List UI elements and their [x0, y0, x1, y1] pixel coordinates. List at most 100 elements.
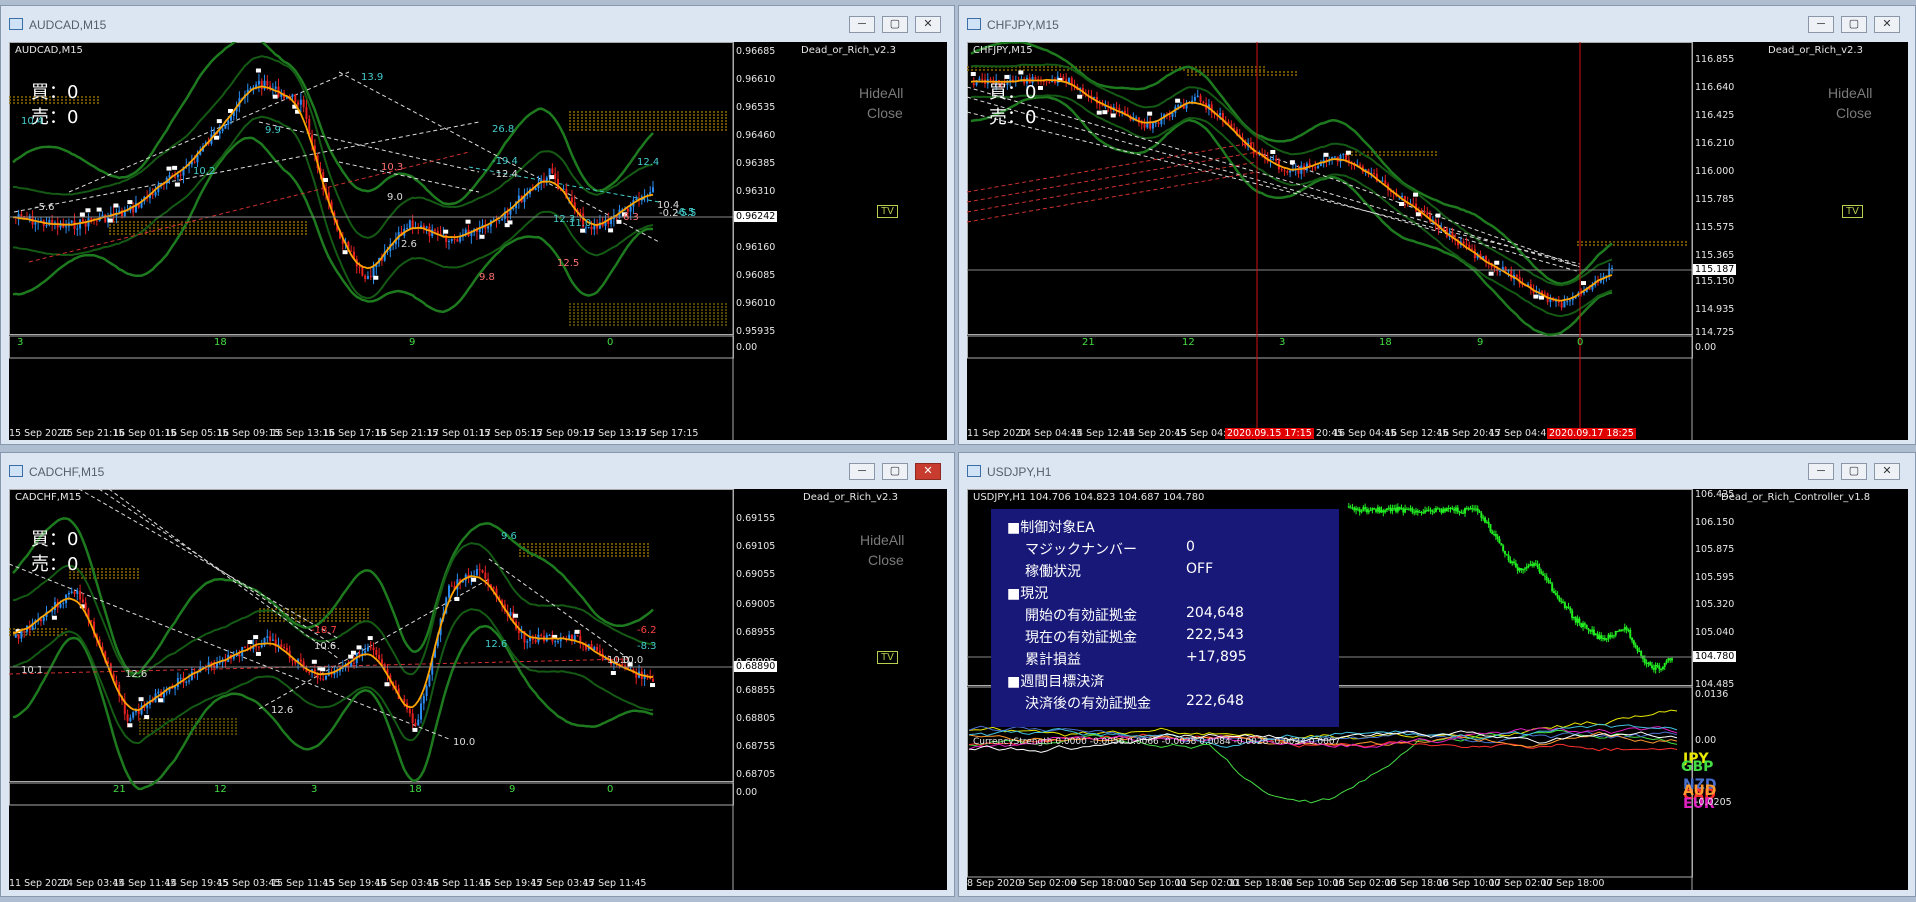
window-titlebar[interactable]: CHFJPY,M15 ─ ▢ ✕	[959, 6, 1915, 42]
sub-window-value: 21	[1082, 337, 1095, 348]
candle-body	[1414, 510, 1417, 513]
candle-body	[221, 128, 224, 132]
candle-body	[1426, 212, 1429, 215]
hide-all-button[interactable]: HideAll	[860, 532, 904, 548]
current-price-tag: 0.96242	[734, 211, 778, 222]
tv-button[interactable]: TV	[1842, 205, 1863, 218]
maximize-button[interactable]: ▢	[1841, 16, 1867, 33]
hide-all-button[interactable]: HideAll	[859, 85, 903, 101]
candle-body	[1413, 512, 1416, 514]
candle-body	[1404, 508, 1407, 513]
maximize-button[interactable]: ▢	[882, 463, 908, 480]
candle-body	[652, 187, 654, 193]
candle-body	[1465, 243, 1468, 245]
candle-body	[1351, 507, 1354, 509]
candle-body	[1654, 665, 1657, 670]
candle-body	[1478, 511, 1481, 513]
currency-strength-header: CurrencyStrength 0.0000 -0.0056 0.0066 -…	[973, 737, 1341, 747]
candle-body	[257, 80, 260, 85]
candle-body	[84, 602, 87, 610]
close-button[interactable]: ✕	[915, 16, 941, 33]
candle-body	[1569, 300, 1572, 302]
sub-window-value: 3	[17, 337, 24, 348]
tv-button[interactable]: TV	[877, 205, 898, 218]
signal-marker	[479, 234, 485, 239]
candle-body	[1496, 536, 1499, 540]
sub-window-value: 0	[607, 784, 614, 795]
trade-annotation: 9.8	[479, 272, 495, 283]
candle-body	[238, 654, 241, 657]
minimize-button[interactable]: ─	[1808, 16, 1834, 33]
candle-body	[1565, 606, 1568, 608]
candle-body	[408, 709, 411, 714]
signal-marker	[465, 219, 471, 224]
window-titlebar[interactable]: USDJPY,H1 ─ ▢ ✕	[959, 453, 1915, 489]
close-all-button[interactable]: Close	[867, 105, 903, 121]
candle-body	[1567, 606, 1570, 609]
candle-body	[1580, 622, 1583, 627]
price-axis-label: 106.150	[1695, 517, 1735, 528]
candle-body	[1629, 629, 1632, 638]
candle-body	[1443, 228, 1446, 230]
candle-body	[1425, 510, 1428, 512]
candle-body	[1412, 203, 1415, 205]
ea-name-label: Dead_or_Rich_v2.3	[803, 492, 898, 503]
candle-body	[369, 276, 372, 278]
start-equity-value: 204,648	[1186, 605, 1244, 621]
close-all-button[interactable]: Close	[1836, 105, 1872, 121]
tv-button[interactable]: TV	[877, 651, 898, 664]
signal-marker	[384, 682, 390, 687]
window-titlebar[interactable]: AUDCAD,M15 ─ ▢ ✕	[1, 6, 954, 42]
signal-marker	[616, 219, 622, 224]
sub-window-value: 3	[311, 784, 318, 795]
current-price-tag: 115.187	[1693, 264, 1737, 275]
price-chart[interactable]: AUDCAD,M15 Dead_or_Rich_v2.3 買：0 売：0 Hid…	[9, 42, 947, 440]
candle-body	[1572, 617, 1575, 619]
candle-body	[1574, 617, 1577, 623]
candle-body	[1669, 658, 1672, 661]
trend-line	[967, 161, 1258, 213]
minimize-button[interactable]: ─	[1808, 463, 1834, 480]
candle-body	[299, 659, 302, 662]
price-axis-label: 116.425	[1695, 110, 1735, 121]
close-button[interactable]: ✕	[915, 463, 941, 480]
candle-body	[34, 222, 37, 225]
price-axis-label: 0.96535	[736, 102, 776, 113]
candle-body	[1509, 560, 1512, 564]
window-titlebar[interactable]: CADCHF,M15 ─ ▢ ✕	[1, 453, 954, 489]
candle-body	[1447, 508, 1450, 510]
trade-annotation: 12.6	[125, 669, 148, 680]
minimize-button[interactable]: ─	[849, 16, 875, 33]
candle-body	[294, 94, 297, 103]
sub-window-frame	[967, 335, 1693, 359]
minimize-button[interactable]: ─	[849, 463, 875, 480]
candle-body	[361, 267, 364, 276]
candle-body	[1523, 568, 1526, 570]
hide-all-button[interactable]: HideAll	[1828, 85, 1872, 101]
price-chart[interactable]: CADCHF,M15 Dead_or_Rich_v2.3 買：0 売：0 Hid…	[9, 489, 947, 890]
candle-body	[1582, 623, 1585, 627]
candle-body	[1507, 555, 1510, 561]
sub-window-frame	[9, 335, 734, 359]
candle-body	[1356, 508, 1359, 510]
close-button[interactable]: ✕	[1874, 16, 1900, 33]
candle-body	[1563, 301, 1566, 308]
candle-body	[506, 212, 509, 215]
signal-marker	[85, 208, 91, 213]
candle-body	[1364, 507, 1367, 510]
candle-body	[299, 99, 302, 105]
candle-body	[1464, 507, 1467, 514]
candle-body	[378, 654, 381, 660]
candle-body	[1638, 651, 1641, 653]
price-chart[interactable]: USDJPY,H1 104.706 104.823 104.687 104.78…	[967, 489, 1908, 890]
candle-body	[492, 587, 495, 589]
maximize-button[interactable]: ▢	[882, 16, 908, 33]
price-chart[interactable]: CHFJPY,M15 Dead_or_Rich_v2.3 買：0 売：0 Hid…	[967, 42, 1908, 440]
candle-body	[350, 662, 353, 667]
candle-body	[1667, 658, 1670, 661]
close-all-button[interactable]: Close	[868, 552, 904, 568]
close-button[interactable]: ✕	[1874, 463, 1900, 480]
maximize-button[interactable]: ▢	[1841, 463, 1867, 480]
signal-marker	[574, 629, 580, 634]
trend-line	[967, 151, 1258, 203]
